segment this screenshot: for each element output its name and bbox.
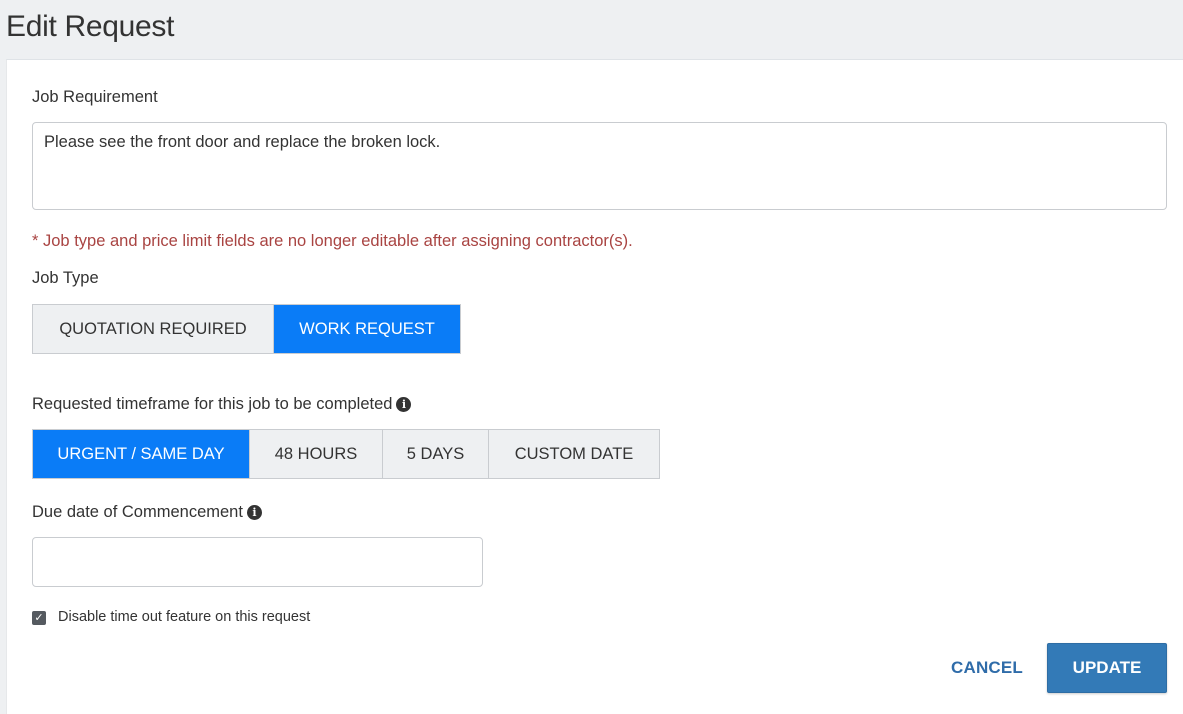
timeframe-label-row: Requested timeframe for this job to be c…: [32, 395, 412, 414]
page-title: Edit Request: [6, 10, 175, 43]
update-button[interactable]: UPDATE: [1047, 643, 1167, 693]
timeframe-toggle: URGENT / SAME DAY 48 HOURS 5 DAYS CUSTOM…: [32, 429, 660, 479]
timeframe-urgent-button[interactable]: URGENT / SAME DAY: [33, 430, 250, 478]
job-requirement-textarea[interactable]: Please see the front door and replace th…: [32, 122, 1167, 210]
job-requirement-label: Job Requirement: [32, 88, 158, 106]
cancel-button[interactable]: CANCEL: [939, 643, 1035, 693]
timeframe-label: Requested timeframe for this job to be c…: [32, 395, 393, 413]
disable-timeout-checkbox[interactable]: ✓: [32, 611, 46, 625]
job-type-work-request-button[interactable]: WORK REQUEST: [274, 305, 460, 353]
job-type-warning: * Job type and price limit fields are no…: [32, 232, 633, 250]
page-header: Edit Request: [0, 0, 1183, 59]
job-type-label: Job Type: [32, 269, 99, 287]
timeframe-custom-date-button[interactable]: CUSTOM DATE: [489, 430, 659, 478]
job-type-toggle: QUOTATION REQUIRED WORK REQUEST: [32, 304, 461, 354]
info-circle-icon[interactable]: i: [396, 397, 412, 412]
info-circle-icon[interactable]: i: [246, 505, 262, 520]
timeframe-5-days-button[interactable]: 5 DAYS: [383, 430, 489, 478]
disable-timeout-label: Disable time out feature on this request: [58, 609, 311, 625]
job-type-quotation-required-button[interactable]: QUOTATION REQUIRED: [33, 305, 274, 353]
due-date-label-row: Due date of Commencement i: [32, 503, 262, 522]
edit-request-form: Job Requirement Please see the front doo…: [6, 59, 1183, 714]
due-date-input[interactable]: [32, 537, 483, 587]
timeframe-48-hours-button[interactable]: 48 HOURS: [250, 430, 383, 478]
due-date-label: Due date of Commencement: [32, 503, 243, 521]
